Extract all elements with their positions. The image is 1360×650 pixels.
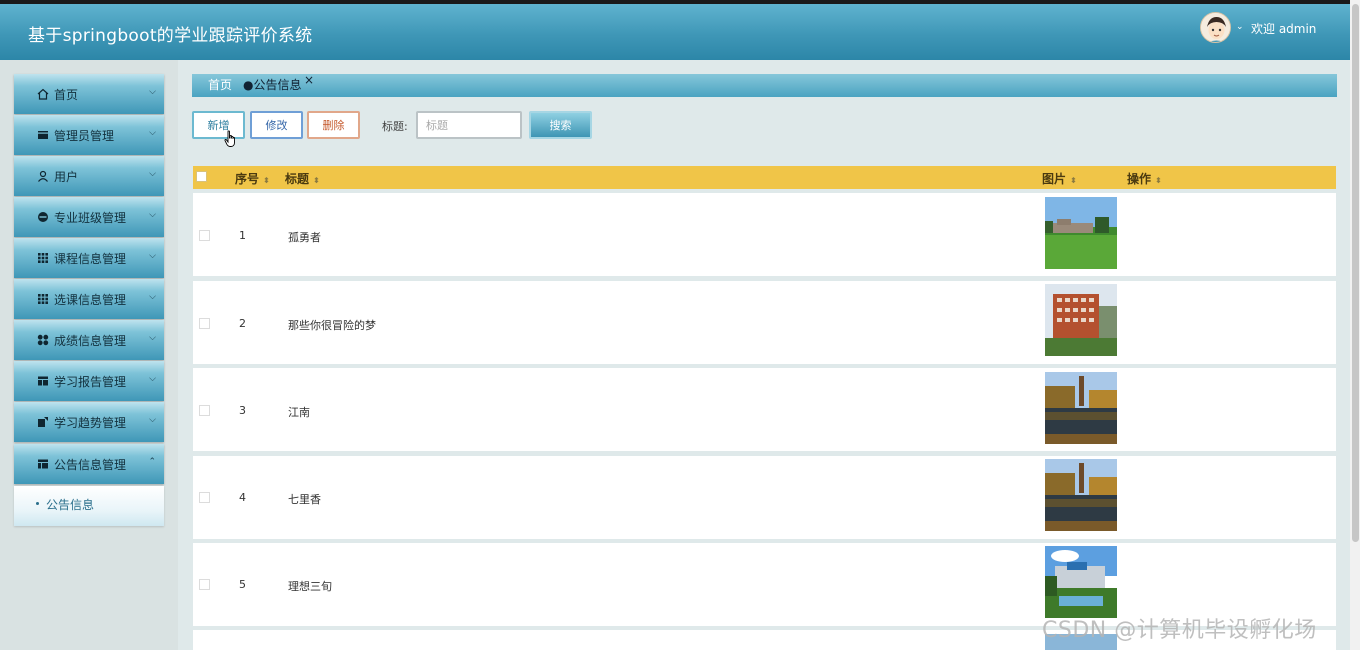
column-header-action[interactable]: 操作 ⬍ — [1127, 170, 1162, 187]
column-header-index[interactable]: 序号 ⬍ — [235, 170, 270, 187]
sidebar-item-grades[interactable]: 成绩信息管理 ⌵ — [14, 320, 164, 360]
sidebar-item-label: 学习趋势管理 — [54, 416, 127, 430]
table-icon — [36, 457, 49, 470]
table-row[interactable] — [193, 368, 1336, 451]
row-image[interactable] — [1045, 459, 1117, 531]
sidebar-item-label: 选课信息管理 — [54, 293, 127, 307]
chevron-down-icon: ⌵ — [149, 292, 156, 302]
welcome-text: 欢迎 admin — [1251, 22, 1317, 36]
row-image[interactable] — [1045, 372, 1117, 444]
scrollbar-thumb[interactable] — [1352, 4, 1359, 542]
sidebar-item-label: 管理员管理 — [54, 129, 115, 143]
sidebar-item-trend[interactable]: 学习趋势管理 ⌵ — [14, 402, 164, 442]
row-image[interactable] — [1045, 284, 1117, 356]
chevron-down-icon: ⌵ — [149, 128, 156, 138]
chevron-down-icon: ⌵ — [149, 251, 156, 261]
chevron-down-icon[interactable]: ⌄ — [1236, 22, 1244, 32]
tab-bar — [192, 74, 1337, 97]
row-index: 1 — [239, 229, 246, 242]
bullet-icon — [36, 502, 39, 505]
table-row[interactable] — [193, 193, 1336, 276]
row-index: 3 — [239, 404, 246, 417]
column-header-image[interactable]: 图片 ⬍ — [1042, 170, 1077, 187]
sort-icon[interactable]: ⬍ — [313, 176, 320, 185]
row-checkbox[interactable] — [199, 492, 210, 503]
row-index: 5 — [239, 578, 246, 591]
hand-cursor-icon — [224, 130, 235, 147]
sort-icon[interactable]: ⬍ — [263, 176, 270, 185]
delete-button[interactable]: 删除 — [307, 111, 360, 139]
row-checkbox[interactable] — [199, 405, 210, 416]
watermark: CSDN @计算机毕设孵化场 — [1042, 618, 1317, 643]
user-icon — [36, 169, 49, 182]
row-title: 那些你很冒险的梦 — [288, 319, 376, 332]
dots-icon — [36, 333, 49, 346]
sidebar-item-label: 专业班级管理 — [54, 211, 127, 225]
search-button[interactable]: 搜索 — [529, 111, 592, 139]
chevron-down-icon: ⌵ — [149, 210, 156, 220]
sidebar-item-admin[interactable]: 管理员管理 ⌵ — [14, 115, 164, 155]
select-all-checkbox[interactable] — [196, 171, 207, 182]
chevron-up-icon: ⌃ — [148, 457, 156, 467]
title-search-input[interactable] — [416, 111, 522, 139]
sort-icon[interactable]: ⬍ — [1155, 176, 1162, 185]
chevron-down-icon: ⌵ — [149, 333, 156, 343]
row-checkbox[interactable] — [199, 579, 210, 590]
edit-button[interactable]: 修改 — [250, 111, 303, 139]
trend-icon — [36, 415, 49, 428]
sidebar-item-course[interactable]: 课程信息管理 ⌵ — [14, 238, 164, 278]
row-title: 孤勇者 — [288, 231, 321, 244]
table-row[interactable] — [193, 456, 1336, 539]
row-index: 2 — [239, 317, 246, 330]
card-icon — [36, 128, 49, 141]
sidebar-subitem-label: 公告信息 — [46, 498, 95, 512]
column-header-title[interactable]: 标题 ⬍ — [285, 170, 320, 187]
chevron-down-icon: ⌵ — [149, 87, 156, 97]
sidebar-item-label: 学习报告管理 — [54, 375, 127, 389]
sidebar-item-major-class[interactable]: 专业班级管理 ⌵ — [14, 197, 164, 237]
sidebar-item-label: 课程信息管理 — [54, 252, 127, 266]
home-icon — [36, 87, 49, 100]
sidebar-item-user[interactable]: 用户 ⌵ — [14, 156, 164, 196]
chevron-down-icon: ⌵ — [149, 374, 156, 384]
layout-icon — [36, 374, 49, 387]
table-header — [193, 166, 1336, 189]
row-title: 七里香 — [288, 493, 321, 506]
app-title: 基于springboot的学业跟踪评价系统 — [28, 26, 313, 46]
close-icon[interactable]: × — [304, 73, 314, 87]
app-header: 基于springboot的学业跟踪评价系统 — [0, 4, 1350, 60]
row-checkbox[interactable] — [199, 230, 210, 241]
circle-icon — [36, 210, 49, 223]
row-index: 4 — [239, 491, 246, 504]
grid-icon — [36, 251, 49, 264]
tab-home[interactable]: 首页 — [208, 76, 232, 93]
user-avatar-icon[interactable] — [1200, 12, 1231, 43]
sidebar-item-home[interactable]: 首页 ⌵ — [14, 74, 164, 114]
row-title: 理想三旬 — [288, 580, 332, 593]
chevron-down-icon: ⌵ — [149, 169, 156, 179]
row-image[interactable] — [1045, 197, 1117, 269]
sidebar-item-course-selection[interactable]: 选课信息管理 ⌵ — [14, 279, 164, 319]
sidebar-item-notice[interactable]: 公告信息管理 ⌃ — [14, 444, 164, 484]
row-checkbox[interactable] — [199, 318, 210, 329]
sort-icon[interactable]: ⬍ — [1070, 176, 1077, 185]
sidebar-item-report[interactable]: 学习报告管理 ⌵ — [14, 361, 164, 401]
sidebar-item-label: 成绩信息管理 — [54, 334, 127, 348]
sidebar-item-label: 首页 — [54, 88, 79, 102]
sidebar-item-label: 公告信息管理 — [54, 458, 127, 472]
title-filter-label: 标题: — [382, 120, 408, 133]
chevron-down-icon: ⌵ — [149, 415, 156, 425]
sidebar-subitem-notice-info[interactable]: 公告信息 — [14, 486, 164, 526]
sidebar-item-label: 用户 — [54, 170, 79, 184]
grid-icon — [36, 292, 49, 305]
row-image[interactable] — [1045, 546, 1117, 618]
row-title: 江南 — [288, 406, 310, 419]
tab-notice-info[interactable]: ●公告信息 — [243, 76, 301, 93]
